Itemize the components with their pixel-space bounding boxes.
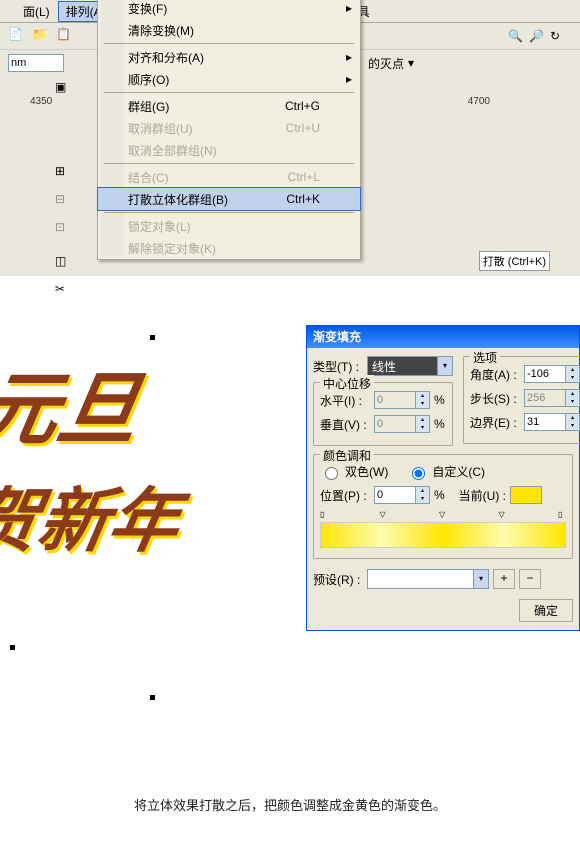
menu-group[interactable]: 群组(G)Ctrl+G <box>98 95 360 117</box>
open-icon[interactable]: 📁 <box>32 27 50 45</box>
menu-order[interactable]: 顺序(O)▸ <box>98 68 360 90</box>
separator <box>104 212 354 213</box>
pos-label: 位置(P) : <box>320 487 370 504</box>
h-label: 水平(I) : <box>320 392 370 409</box>
remove-preset-button[interactable]: − <box>519 569 541 589</box>
gradient-stop-icon[interactable]: ▯ <box>320 510 328 518</box>
arrange-dropdown: 变换(F)▸ 清除变换(M) 对齐和分布(A)▸ 顺序(O)▸ 群组(G)Ctr… <box>97 0 361 260</box>
separator <box>104 43 354 44</box>
submenu-arrow-icon: ▸ <box>346 50 352 64</box>
unit-input[interactable] <box>8 54 64 72</box>
ok-button[interactable]: 确定 <box>519 599 573 622</box>
gradient-stop-icon[interactable]: ▯ <box>558 510 566 518</box>
h-spinner[interactable]: ▴▾ <box>374 391 430 409</box>
selection-handle[interactable] <box>150 335 155 340</box>
preset-label: 预设(R) : <box>313 571 363 588</box>
gradient-stop-icon[interactable]: ▽ <box>499 510 507 518</box>
edge-spinner[interactable]: ▴▾ <box>524 413 580 431</box>
combine-icon[interactable]: ◫ <box>55 254 75 274</box>
canvas-artwork[interactable]: 元旦 贺新年 <box>0 345 300 665</box>
new-icon[interactable]: 📄 <box>8 27 26 45</box>
custom-radio[interactable] <box>412 467 425 480</box>
menu-item[interactable]: 面(L) <box>15 1 58 22</box>
menu-transform[interactable]: 变换(F)▸ <box>98 0 360 19</box>
ungroup-all-icon[interactable]: ⊡ <box>55 220 75 240</box>
vanish-point-label: 的灭点 <box>368 55 404 72</box>
tooltip: 打散 (Ctrl+K) <box>479 251 550 271</box>
selection-handle[interactable] <box>10 645 15 650</box>
copy-icon[interactable]: 📋 <box>56 27 74 45</box>
submenu-arrow-icon: ▸ <box>346 1 352 15</box>
type-select[interactable]: 线性▾ <box>367 356 453 376</box>
refresh-icon[interactable]: ↻ <box>550 29 560 43</box>
current-color-swatch[interactable] <box>510 486 542 504</box>
menu-unlock[interactable]: 解除锁定对象(K) <box>98 237 360 259</box>
gradient-preview[interactable] <box>320 522 566 548</box>
center-group-label: 中心位移 <box>320 375 374 392</box>
left-tool-strip: ▣ ⊞ ⊟ ⊡ ◫ ✂ 🔒 <box>50 76 80 310</box>
v-spinner[interactable]: ▴▾ <box>374 415 430 433</box>
dropdown-icon[interactable]: ▾ <box>408 56 414 70</box>
submenu-arrow-icon: ▸ <box>346 72 352 86</box>
add-preset-button[interactable]: + <box>493 569 515 589</box>
step-label: 步长(S) : <box>470 390 520 407</box>
pos-spinner[interactable]: ▴▾ <box>374 486 430 504</box>
step-spinner[interactable]: ▴▾ <box>524 389 580 407</box>
ruler-mark: 4350 <box>30 96 52 107</box>
break-icon[interactable]: ✂ <box>55 282 75 302</box>
ungroup-icon[interactable]: ⊟ <box>55 192 75 212</box>
separator <box>104 163 354 164</box>
gradient-stop-icon[interactable]: ▽ <box>439 510 447 518</box>
separator <box>104 92 354 93</box>
angle-label: 角度(A) : <box>470 366 520 383</box>
menu-combine[interactable]: 结合(C)Ctrl+L <box>98 166 360 188</box>
menu-ungroup[interactable]: 取消群组(U)Ctrl+U <box>98 117 360 139</box>
zoom-out-icon[interactable]: 🔎 <box>529 29 544 43</box>
gradient-stops[interactable]: ▯ ▽ ▽ ▽ ▯ <box>320 510 566 518</box>
menu-lock[interactable]: 锁定对象(L) <box>98 215 360 237</box>
dialog-title: 渐变填充 <box>307 326 579 348</box>
two-color-radio[interactable] <box>325 467 338 480</box>
group-icon[interactable]: ⊞ <box>55 164 75 184</box>
gradient-fill-dialog: 渐变填充 类型(T) : 线性▾ 中心位移 水平(I) :▴▾% 垂直(V) :… <box>306 325 580 631</box>
edge-label: 边界(E) : <box>470 414 520 431</box>
current-label: 当前(U) : <box>459 487 506 504</box>
menu-align[interactable]: 对齐和分布(A)▸ <box>98 46 360 68</box>
color-blend-label: 颜色调和 <box>320 447 374 464</box>
caption-text: 将立体效果打散之后，把颜色调整成金黄色的渐变色。 <box>0 765 580 844</box>
gradient-stop-icon[interactable]: ▽ <box>380 510 388 518</box>
ruler-mark: 4700 <box>468 96 490 107</box>
crop-icon[interactable]: ▣ <box>55 80 75 100</box>
menu-ungroup-all[interactable]: 取消全部群组(N) <box>98 139 360 161</box>
type-label: 类型(T) : <box>313 358 363 375</box>
menu-break-apart[interactable]: 打散立体化群组(B)Ctrl+K <box>97 187 361 211</box>
options-group-label: 选项 <box>470 349 500 366</box>
angle-spinner[interactable]: ▴▾ <box>524 365 580 383</box>
preset-select[interactable]: ▾ <box>367 569 489 589</box>
selection-handle[interactable] <box>150 695 155 700</box>
zoom-in-icon[interactable]: 🔍 <box>508 29 523 43</box>
menu-clear-transform[interactable]: 清除变换(M) <box>98 19 360 41</box>
v-label: 垂直(V) : <box>320 416 370 433</box>
